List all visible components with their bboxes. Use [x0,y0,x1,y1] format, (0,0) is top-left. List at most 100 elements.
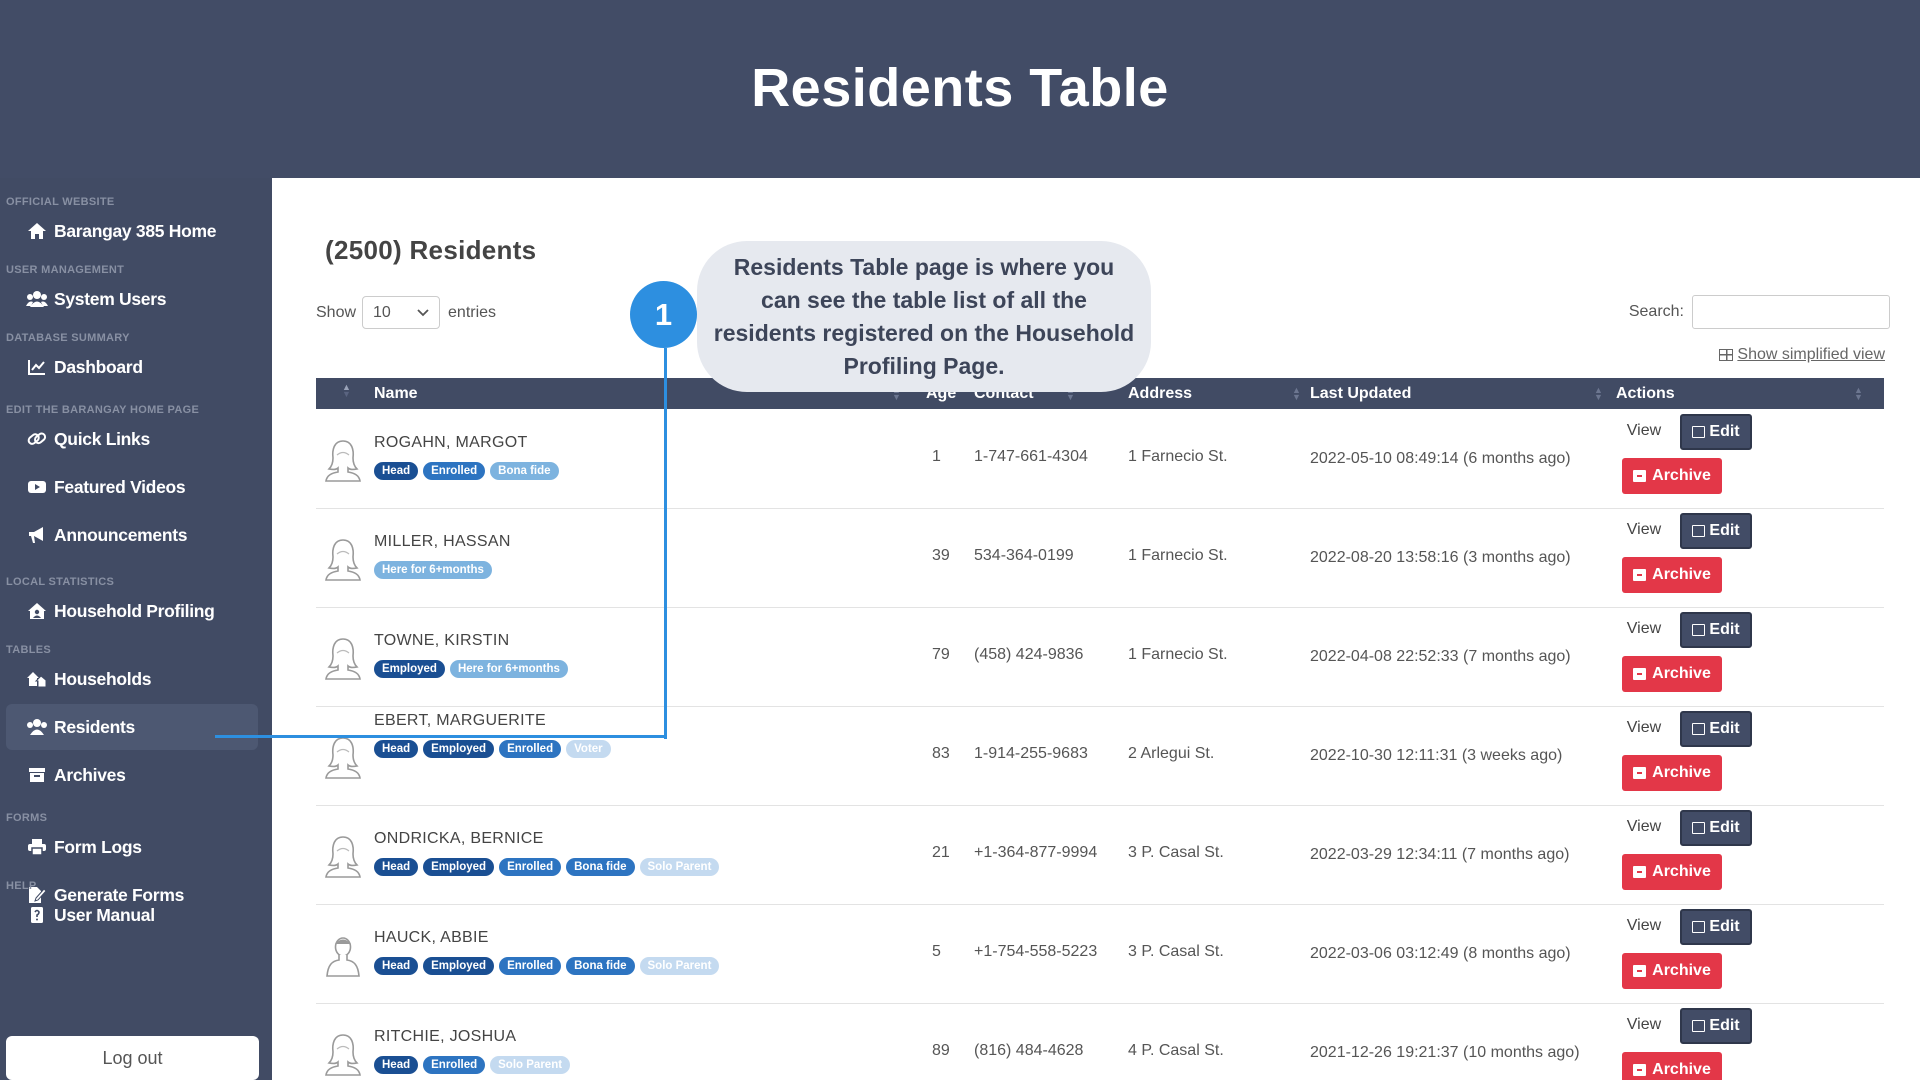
resident-name: ROGAHN, MARGOT [374,434,528,451]
resident-name: MILLER, HASSAN [374,533,511,550]
sidebar-item-dashboard[interactable]: Dashboard [6,344,258,390]
archive-button[interactable]: Archive [1622,854,1722,890]
edit-button[interactable]: Edit [1680,810,1752,846]
resident-name: TOWNE, KIRSTIN [374,632,510,649]
edit-icon [1692,426,1706,438]
sidebar-item-user-manual[interactable]: User Manual [6,892,258,938]
sidebar-item-label: User Manual [54,904,155,925]
view-button[interactable]: View [1616,513,1672,547]
cell-age: 83 [932,745,950,762]
status-badge: Head [374,462,419,480]
archive-label: Archive [1652,962,1711,979]
status-badge: Employed [423,957,495,975]
sidebar-item-system-users[interactable]: System Users [6,276,258,322]
archive-button[interactable]: Archive [1622,953,1722,989]
edit-button[interactable]: Edit [1680,513,1752,549]
status-badge: Solo Parent [490,1056,571,1074]
status-badge: Voter [566,740,611,758]
search-input[interactable] [1692,295,1890,329]
view-button[interactable]: View [1616,810,1672,844]
edit-button[interactable]: Edit [1680,414,1752,450]
sidebar: OFFICIAL WEBSITE Barangay 385 Home USER MA… [0,178,272,1080]
sidebar-item-form-logs[interactable]: Form Logs [6,824,258,870]
view-button[interactable]: View [1616,414,1672,448]
sidebar-item-featured-videos[interactable]: Featured Videos [6,464,258,510]
archive-icon [1633,569,1647,581]
status-badge: Enrolled [499,957,562,975]
cell-last-updated: 2022-05-10 08:49:14 (6 months ago) [1310,450,1571,467]
column-name[interactable]: Name [374,385,418,403]
sidebar-section-label: HELP [6,880,37,892]
sort-icon[interactable]: ▲▼ [1594,386,1603,402]
status-badge: Head [374,858,419,876]
column-last-updated[interactable]: Last Updated [1310,385,1411,403]
edit-label: Edit [1709,621,1740,638]
cell-age: 21 [932,844,950,861]
archive-button[interactable]: Archive [1622,557,1722,593]
edit-button[interactable]: Edit [1680,612,1752,648]
sort-icon[interactable]: ▲▼ [1854,386,1863,402]
cell-contact: (458) 424-9836 [974,646,1084,663]
sidebar-item-quick-links[interactable]: Quick Links [6,416,258,462]
edit-button[interactable]: Edit [1680,909,1752,945]
sidebar-item-archives[interactable]: Archives [6,752,258,798]
resident-name: HAUCK, ABBIE [374,929,489,946]
sort-icon[interactable]: ▲▼ [342,383,351,399]
sidebar-item-label: Households [54,668,152,689]
view-button[interactable]: View [1616,711,1672,745]
cell-last-updated: 2021-12-26 19:21:37 (10 months ago) [1310,1044,1580,1061]
table-row: ONDRICKA, BERNICE Head Employed Enrolled Bon… [316,806,1884,905]
archive-button[interactable]: Archive [1622,458,1722,494]
sidebar-item-barangay-385-home[interactable]: Barangay 385 Home [6,208,258,254]
cell-address: 1 Farnecio St. [1128,646,1228,663]
sidebar-section-label: USER MANAGEMENT [6,264,125,276]
status-badge: Enrolled [499,740,562,758]
archive-icon [1633,470,1647,482]
entries-value: 10 [373,303,391,321]
column-address[interactable]: Address [1128,385,1192,403]
page-header: Residents Table [0,0,1920,178]
printer-icon [26,837,48,857]
edit-label: Edit [1709,423,1740,440]
book-icon [26,905,48,925]
status-badge: Bona fide [490,462,559,480]
archive-label: Archive [1652,665,1711,682]
sort-icon[interactable]: ▲▼ [1292,386,1301,402]
cell-address: 1 Farnecio St. [1128,448,1228,465]
logout-button[interactable]: Log out [6,1036,259,1080]
sidebar-item-label: Announcements [54,524,188,545]
edit-label: Edit [1709,720,1740,737]
table-row: TOWNE, KIRSTIN Employed Here for 6+months 7… [316,608,1884,707]
cell-age: 1 [932,448,941,465]
sidebar-item-household-profiling[interactable]: Household Profiling [6,588,258,634]
female-avatar-icon [324,636,362,680]
entries-label: entries [448,303,497,321]
page-title: Residents Table [751,58,1169,118]
cell-age: 79 [932,646,950,663]
archive-button[interactable]: Archive [1622,1052,1722,1080]
view-button[interactable]: View [1616,612,1672,646]
sidebar-section-label: DATABASE SUMMARY [6,332,130,344]
archive-button[interactable]: Archive [1622,755,1722,791]
show-simplified-view-link[interactable]: Show simplified view [1719,346,1885,364]
view-button[interactable]: View [1616,909,1672,943]
show-label: Show [316,303,357,321]
archive-button[interactable]: Archive [1622,656,1722,692]
home-icon [26,221,48,241]
entries-select[interactable]: 10 [362,296,441,329]
callout-text: Residents Table page is where you can se… [713,253,1135,379]
archive-label: Archive [1652,467,1711,484]
table-row: EBERT, MARGUERITE Head Employed Enrolled Vot… [316,707,1884,806]
edit-button[interactable]: Edit [1680,711,1752,747]
sidebar-item-label: Dashboard [54,356,143,377]
resident-name: ONDRICKA, BERNICE [374,830,544,847]
sidebar-item-residents[interactable]: Residents [6,704,258,750]
male-avatar-icon [324,933,362,977]
edit-label: Edit [1709,522,1740,539]
sidebar-item-households[interactable]: Households [6,656,258,702]
edit-button[interactable]: Edit [1680,1008,1752,1044]
view-button[interactable]: View [1616,1008,1672,1042]
megaphone-icon [26,525,48,545]
sidebar-item-announcements[interactable]: Announcements [6,512,258,558]
sidebar-section-label: OFFICIAL WEBSITE [6,196,115,208]
